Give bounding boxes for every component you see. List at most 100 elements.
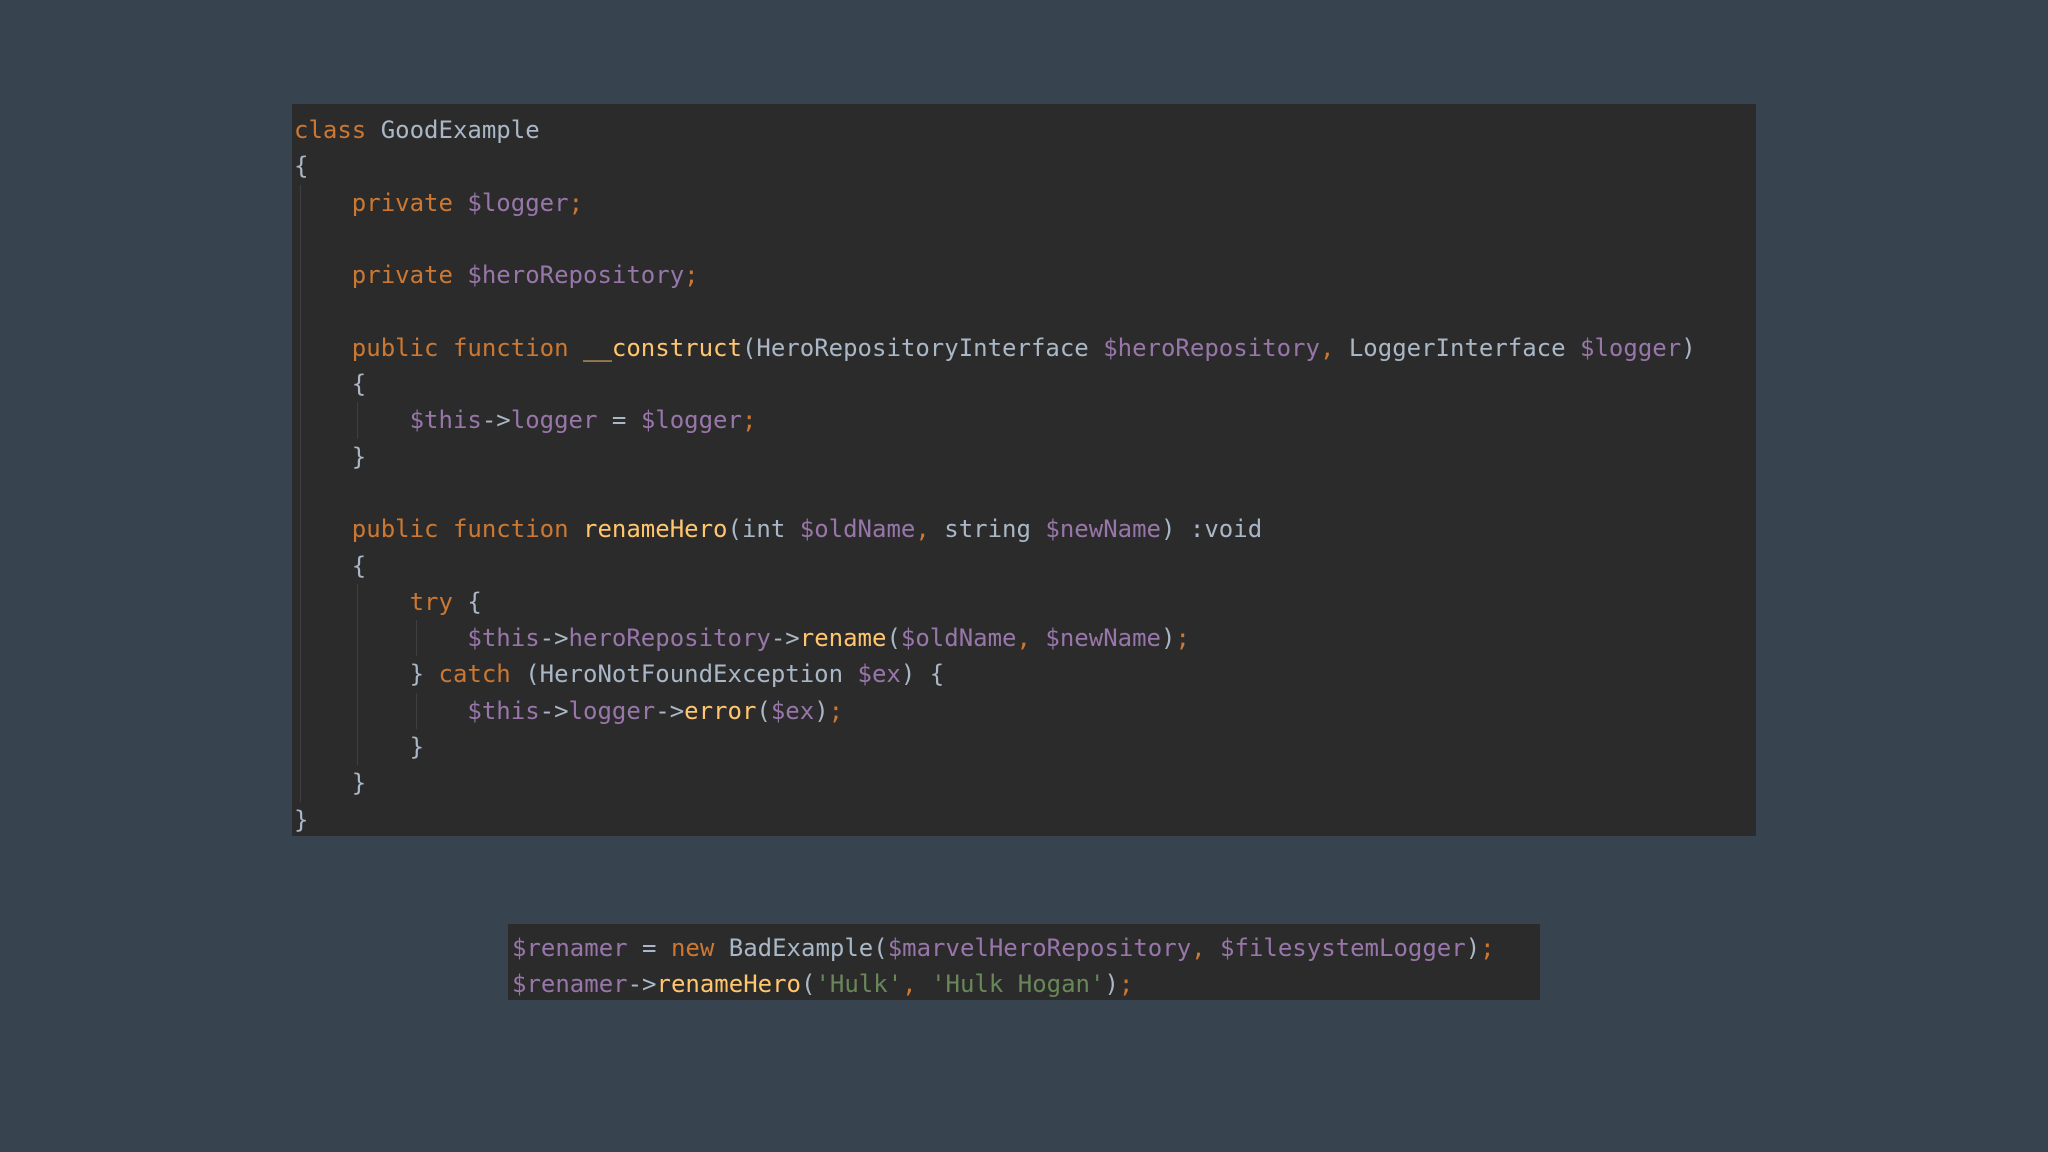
indent-guide (357, 692, 358, 730)
code-token: $oldName (799, 515, 916, 544)
code-token: (HeroRepositoryInterface (741, 333, 1104, 362)
code-token: $newName (1045, 515, 1161, 544)
indent-guide (300, 474, 301, 512)
indent-guide (300, 656, 301, 693)
code-token: ; (684, 261, 699, 290)
indent-guide (357, 402, 358, 439)
code-token: , (1016, 624, 1046, 653)
usage-code-block: $renamer = new BadExample($marvelHeroRep… (508, 924, 1540, 1000)
code-token: $heroRepository (1103, 333, 1320, 362)
code-line: $this->logger->error($ex); (294, 692, 1756, 730)
code-token: heroRepository (568, 624, 771, 653)
code-line (294, 474, 1756, 512)
code-line: private $logger; (294, 184, 1756, 221)
code-line: private $heroRepository; (294, 257, 1756, 294)
code-token: $filesystemLogger (1220, 934, 1466, 962)
code-line: $this->heroRepository->rename($oldName, … (294, 620, 1756, 657)
code-line: class GoodExample (294, 112, 1756, 148)
code-token: ( (756, 696, 771, 725)
code-token: logger (568, 696, 656, 725)
code-token: BadExample( (714, 934, 888, 962)
code-token: catch (438, 660, 511, 689)
indent-guide (300, 511, 301, 548)
code-token: renameHero (583, 515, 728, 544)
code-token: ) { (900, 660, 945, 689)
code-token: (HeroNotFoundException (510, 660, 858, 689)
code-token: string (944, 515, 1046, 544)
code-line: { (294, 547, 1756, 584)
code-token: $ex (857, 660, 901, 689)
code-token: } (294, 660, 439, 689)
code-token: ( (886, 624, 901, 653)
indent-guide (357, 656, 358, 693)
code-token: $logger (640, 406, 742, 435)
code-token: class (294, 116, 367, 144)
code-line: $this->logger = $logger; (294, 402, 1756, 439)
code-line: } (294, 802, 1756, 838)
code-token: ; (741, 406, 757, 435)
code-token: try (409, 587, 453, 616)
code-line: public function renameHero(int $oldName,… (294, 511, 1756, 548)
code-token: function (452, 333, 569, 362)
code-token: ) (814, 696, 829, 725)
code-token: ; (828, 696, 844, 725)
indent-guide (300, 402, 301, 439)
code-token: , (902, 970, 932, 999)
code-token: $renamer (512, 970, 628, 999)
code-line: } (294, 765, 1756, 802)
indent-guide (357, 583, 358, 621)
code-token: { (294, 370, 367, 399)
code-token: error (684, 696, 757, 725)
code-line (294, 293, 1756, 330)
code-token: , (1319, 333, 1349, 362)
code-token: ; (1175, 624, 1190, 653)
code-token: $ex (770, 696, 815, 725)
indent-guide (357, 729, 358, 766)
code-token: LoggerInterface (1348, 333, 1581, 362)
code-line: { (294, 148, 1756, 184)
slide: class GoodExample { private $logger; priv… (0, 0, 2048, 1152)
code-token: public (351, 333, 439, 362)
code-token: , (915, 515, 945, 544)
code-token: public (351, 515, 439, 544)
code-token: = (627, 934, 671, 962)
code-token: $marvelHeroRepository (887, 934, 1192, 962)
code-line: } (294, 438, 1756, 475)
code-token: $newName (1045, 624, 1161, 653)
code-line: $renamer->renameHero('Hulk', 'Hulk Hogan… (512, 966, 1540, 1002)
code-token: , (1191, 934, 1221, 962)
good-example-code-block: class GoodExample { private $logger; priv… (292, 104, 1756, 836)
code-token: function (452, 515, 569, 544)
code-token: ) (1161, 624, 1176, 653)
code-token: $logger (467, 188, 569, 217)
code-token: renameHero (656, 970, 802, 999)
code-token: $logger (1580, 333, 1682, 362)
indent-guide (357, 620, 358, 657)
indent-guide (416, 620, 417, 657)
indent-guide (300, 366, 301, 403)
code-token: (int (727, 515, 800, 544)
code-line: } catch (HeroNotFoundException $ex) { (294, 656, 1756, 693)
code-token: } (294, 769, 367, 798)
indent-guide (300, 293, 301, 330)
code-token: { (294, 152, 309, 181)
code-line: public function __construct(HeroReposito… (294, 329, 1756, 367)
code-token: ) (1465, 934, 1481, 962)
code-token: -> (655, 696, 685, 725)
code-token: 'Hulk Hogan' (931, 970, 1105, 999)
indent-guide (300, 583, 301, 621)
code-token: private (351, 188, 453, 217)
code-token: private (351, 261, 453, 290)
code-token: -> (627, 970, 657, 999)
